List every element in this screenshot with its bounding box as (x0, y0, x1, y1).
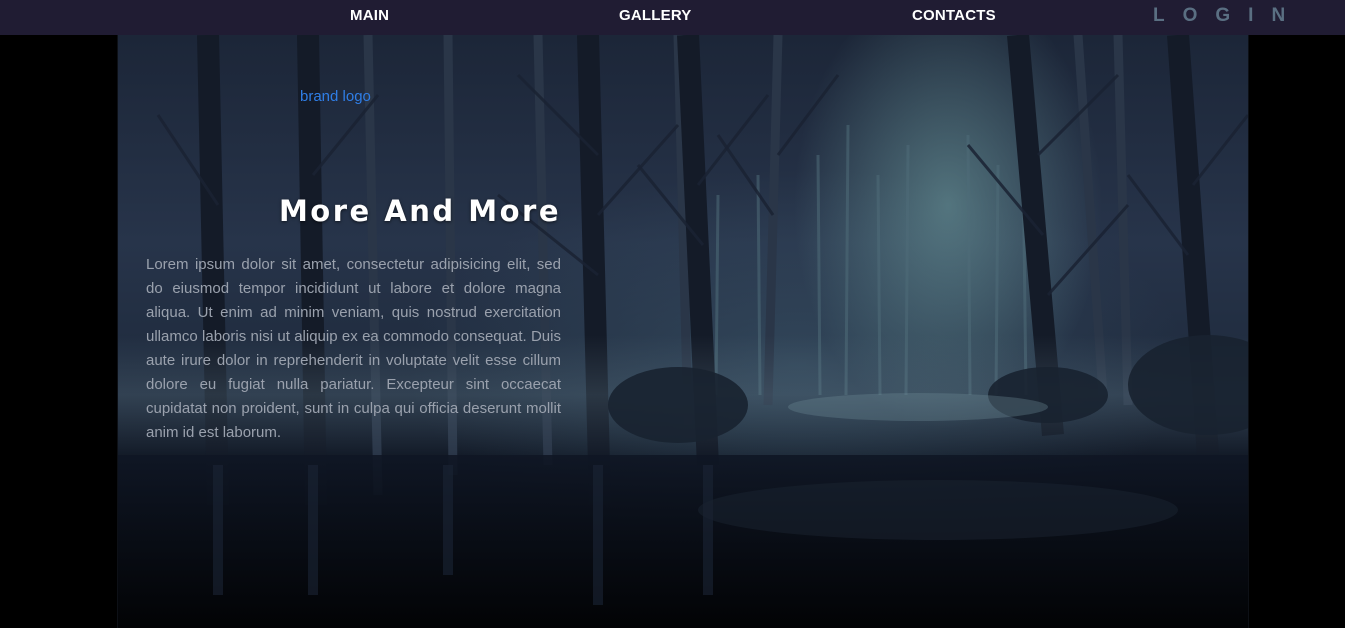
brand-logo[interactable]: brand logo (300, 88, 371, 105)
login-link[interactable]: LOGIN (1153, 5, 1303, 27)
content-border-right (1248, 35, 1249, 628)
nav-contacts-link[interactable]: CONTACTS (912, 7, 996, 24)
nav-main-link[interactable]: MAIN (350, 7, 389, 24)
hero-title: More And More (278, 194, 561, 228)
top-navbar: MAIN GALLERY CONTACTS LOGIN (0, 0, 1345, 35)
hero-description: Lorem ipsum dolor sit amet, consectetur … (146, 256, 561, 441)
nav-gallery-link[interactable]: GALLERY (619, 7, 692, 24)
